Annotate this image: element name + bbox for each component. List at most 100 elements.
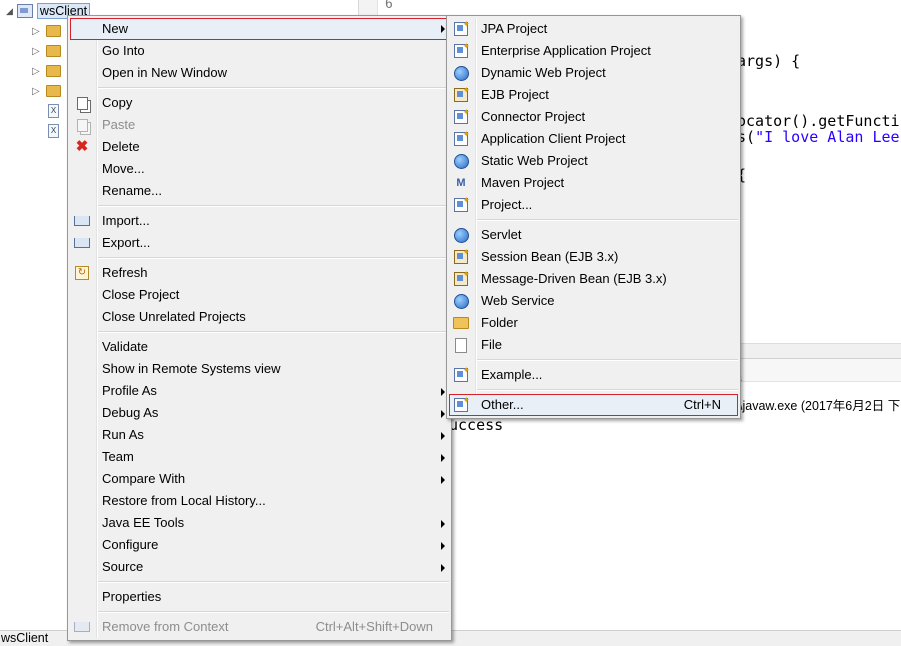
menu-item-open-in-new-window[interactable]: Open in New Window [68,62,451,84]
submenu-arrow-icon [441,454,445,462]
menu-item-go-into[interactable]: Go Into [68,40,451,62]
menu-item-run-as[interactable]: Run As [68,424,451,446]
menu-item-properties[interactable]: Properties [68,586,451,608]
collapse-arrow-icon[interactable]: ◢ [6,6,13,17]
expand-arrow-icon[interactable]: ▷ [32,46,40,57]
menu-item-close-project[interactable]: Close Project [68,284,451,306]
other-icon: ✦ [453,396,470,413]
menu-separator [68,202,451,210]
menu-item-export[interactable]: Export... [68,232,451,254]
new-item-file[interactable]: File [447,334,740,356]
tree-item[interactable]: ▷ [32,82,61,100]
new-item-message-driven-bean-ejb-3-x[interactable]: ✦ Message-Driven Bean (EJB 3.x) [447,268,740,290]
menu-item-label: Validate [102,339,149,354]
submenu-arrow-icon [441,564,445,572]
tree-item[interactable]: X [32,122,59,140]
project-icon [16,4,33,18]
menu-item-debug-as[interactable]: Debug As [68,402,451,424]
session-bean-icon: ✦ [453,248,470,265]
menu-item-label: Maven Project [481,175,565,190]
menu-item-restore-from-local-history[interactable]: Restore from Local History... [68,490,451,512]
menu-item-compare-with[interactable]: Compare With [68,468,451,490]
delete-icon: ✖ [75,138,89,155]
shortcut-label: Ctrl+N [683,397,721,412]
menu-item-label: Static Web Project [481,153,588,168]
menu-item-rename[interactable]: Rename... [68,180,451,202]
menu-item-label: Example... [481,367,543,382]
new-submenu-items: ✦ JPA Project ✦ Enterprise Application Proj… [447,18,740,416]
menu-item-label: Delete [102,139,140,154]
menu-item-label: JPA Project [481,21,548,36]
menu-item-move[interactable]: Move... [68,158,451,180]
expand-arrow-icon[interactable]: ▷ [32,66,40,77]
connector-project-icon: ✦ [453,108,470,125]
paste-icon [74,117,90,133]
expand-arrow-icon[interactable]: ▷ [32,86,40,97]
menu-item-configure[interactable]: Configure [68,534,451,556]
jpa-project-icon: ✦ [453,20,470,37]
menu-item-label: Java EE Tools [102,515,185,530]
servlet-icon [453,227,469,243]
new-item-servlet[interactable]: Servlet [447,224,740,246]
menu-item-label: Properties [102,589,162,604]
xml-file-icon: X [48,104,59,118]
expand-arrow-icon[interactable]: ▷ [32,26,40,37]
new-item-example[interactable]: ✦ Example... [447,364,740,386]
menu-item-label: Team [102,449,134,464]
menu-item-refresh[interactable]: ↻ Refresh [68,262,451,284]
menu-item-import[interactable]: Import... [68,210,451,232]
menu-item-profile-as[interactable]: Profile As [68,380,451,402]
dynamic-web-icon [453,65,469,81]
menu-item-copy[interactable]: Copy [68,92,451,114]
menu-item-label: Web Service [481,293,555,308]
new-item-jpa-project[interactable]: ✦ JPA Project [447,18,740,40]
submenu-arrow-icon [441,476,445,484]
menu-separator [447,386,740,394]
menu-separator [447,356,740,364]
folder-icon [45,25,61,37]
project-icon: ✦ [453,196,470,213]
new-item-other[interactable]: ✦ Other... Ctrl+N [449,394,738,416]
new-item-ejb-project[interactable]: ✦ EJB Project [447,84,740,106]
menu-item-new[interactable]: New [70,18,449,40]
menu-item-validate[interactable]: Validate [68,336,451,358]
web-service-icon [453,293,469,309]
new-item-project[interactable]: ✦ Project... [447,194,740,216]
menu-item-label: Application Client Project [481,131,626,146]
menu-item-delete[interactable]: ✖ Delete [68,136,451,158]
menu-item-java-ee-tools[interactable]: Java EE Tools [68,512,451,534]
status-bar-label: wsClient [1,631,49,645]
new-item-connector-project[interactable]: ✦ Connector Project [447,106,740,128]
tree-item[interactable]: ▷ [32,42,61,60]
new-item-static-web-project[interactable]: Static Web Project [447,150,740,172]
tree-item[interactable]: ▷ [32,62,61,80]
tree-item[interactable]: X [32,102,59,120]
menu-item-close-unrelated-projects[interactable]: Close Unrelated Projects [68,306,451,328]
code-line-print: s("I love Alan Lee [737,128,900,146]
menu-item-show-in-remote-systems-view[interactable]: Show in Remote Systems view [68,358,451,380]
new-item-application-client-project[interactable]: ✦ Application Client Project [447,128,740,150]
mdb-icon: ✦ [453,270,470,287]
folder-icon [453,315,469,331]
new-item-maven-project[interactable]: M Maven Project [447,172,740,194]
line-number: 6 [385,0,393,12]
menu-item-team[interactable]: Team [68,446,451,468]
new-item-session-bean-ejb-3-x[interactable]: ✦ Session Bean (EJB 3.x) [447,246,740,268]
menu-item-label: Enterprise Application Project [481,43,651,58]
menu-separator [447,216,740,224]
new-item-enterprise-application-project[interactable]: ✦ Enterprise Application Project [447,40,740,62]
tree-item[interactable]: ▷ [32,22,61,40]
menu-separator [68,254,451,262]
enterprise-app-icon: ✦ [453,42,470,59]
new-item-folder[interactable]: Folder [447,312,740,334]
menu-item-paste[interactable]: Paste [68,114,451,136]
menu-item-label: Session Bean (EJB 3.x) [481,249,619,264]
menu-item-label: Dynamic Web Project [481,65,606,80]
new-item-dynamic-web-project[interactable]: Dynamic Web Project [447,62,740,84]
submenu-arrow-icon [441,410,445,418]
menu-item-source[interactable]: Source [68,556,451,578]
new-item-web-service[interactable]: Web Service [447,290,740,312]
menu-item-remove-from-context[interactable]: Remove from Context Ctrl+Alt+Shift+Down [68,616,451,638]
folder-icon [45,85,61,97]
menu-item-label: New [102,21,129,36]
